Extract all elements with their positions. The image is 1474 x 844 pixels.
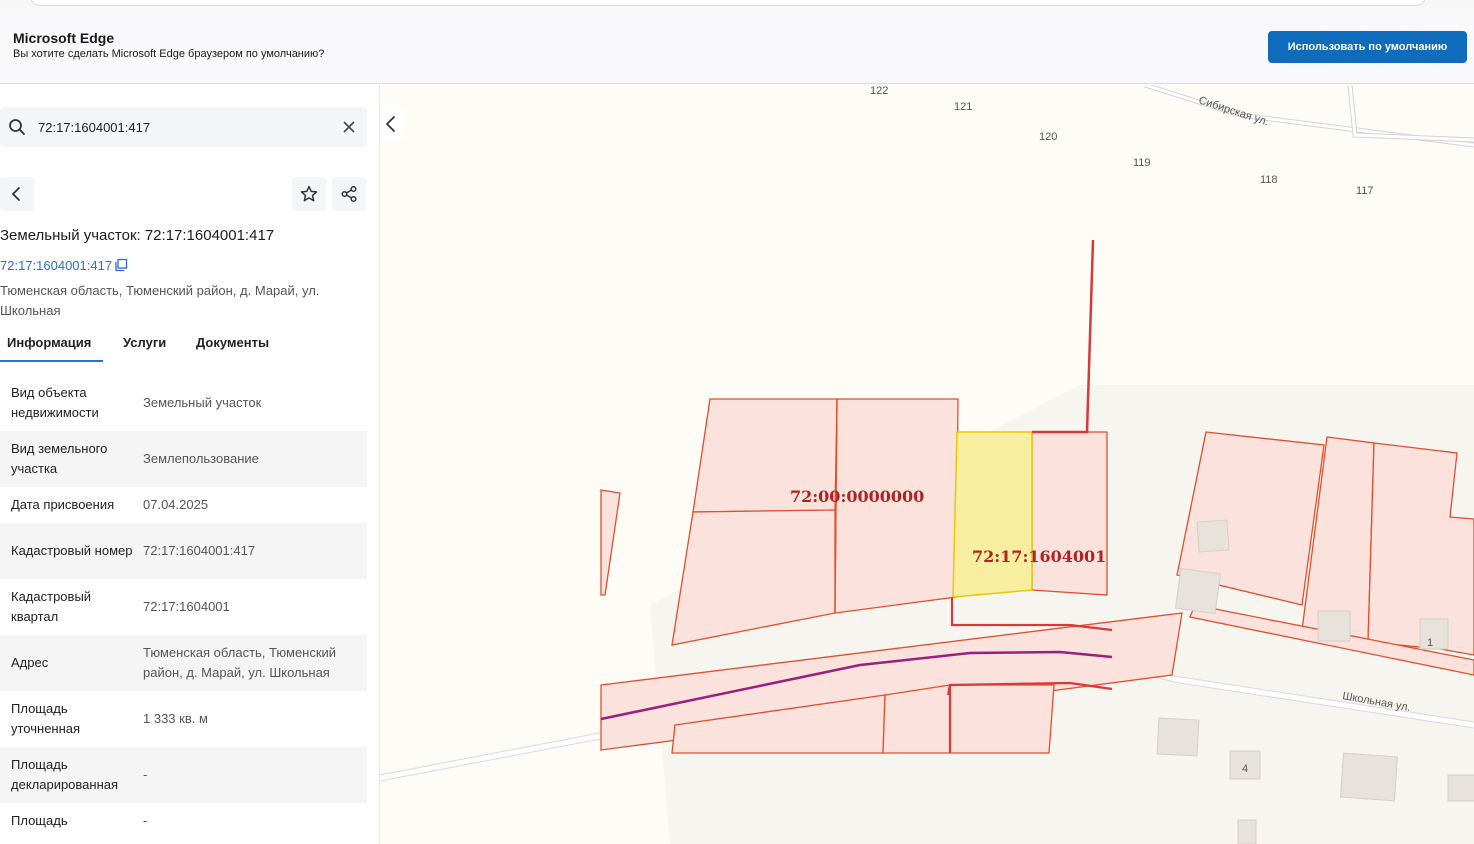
tab-documents[interactable]: Документы	[196, 335, 269, 350]
close-icon[interactable]	[342, 120, 356, 134]
row-value: Земельный участок	[143, 395, 262, 410]
house-number: 118	[1260, 174, 1278, 186]
cadastral-number-link[interactable]: 72:17:1604001:417	[0, 258, 112, 273]
tab-bar: Информация Услуги Документы	[0, 329, 367, 363]
row-value: Землепользование	[143, 451, 259, 466]
house-number: 117	[1356, 185, 1374, 197]
map-canvas: 122 121 120 119 118 117 1 4 Сибирская ул…	[380, 85, 1474, 844]
parcel	[834, 398, 959, 614]
row-label: Вид земельного участка	[11, 441, 108, 476]
row-value: -	[143, 813, 148, 828]
search-input[interactable]	[38, 118, 328, 136]
building	[1196, 519, 1230, 553]
chevron-left-icon	[12, 187, 20, 201]
copy-icon[interactable]	[114, 258, 128, 272]
house-number: 122	[870, 85, 888, 97]
collapse-panel-button[interactable]	[380, 107, 402, 141]
row-label: Кадастровый квартал	[11, 589, 92, 624]
building	[1317, 610, 1351, 642]
back-button[interactable]	[0, 177, 34, 211]
share-button[interactable]	[332, 177, 366, 211]
row-value: 72:17:1604001	[143, 599, 230, 614]
tab-information[interactable]: Информация	[7, 335, 91, 350]
browser-top-strip	[0, 0, 1474, 10]
row-value: Тюменская область, Тюменский район, д. М…	[143, 645, 337, 680]
table-row: Площадь декларированная -	[0, 747, 367, 803]
row-label: Дата присвоения	[11, 497, 115, 512]
active-tab-indicator	[0, 360, 103, 362]
object-address: Тюменская область, Тюменский район, д. М…	[0, 283, 320, 318]
object-title: Земельный участок: 72:17:1604001:417	[0, 227, 275, 244]
table-row: Кадастровый квартал 72:17:1604001	[0, 579, 367, 635]
building	[1156, 717, 1200, 757]
house-number: 120	[1039, 131, 1057, 143]
banner-subtitle: Вы хотите сделать Microsoft Edge браузер…	[13, 48, 325, 60]
map-view[interactable]: 122 121 120 119 118 117 1 4 Сибирская ул…	[380, 85, 1474, 844]
cadastral-quarter-label: 72:17:1604001	[972, 547, 1106, 566]
house-number: 119	[1133, 157, 1151, 169]
building	[1339, 752, 1399, 802]
table-row: Кадастровый номер 72:17:1604001:417	[0, 523, 367, 579]
sidebar-panel: Земельный участок: 72:17:1604001:417 72:…	[0, 85, 380, 844]
table-row: Площадь уточненная 1 333 кв. м	[0, 691, 367, 747]
table-row: Вид объекта недвижимости Земельный участ…	[0, 375, 367, 431]
table-row: Дата присвоения 07.04.2025	[0, 487, 367, 523]
info-table: Вид объекта недвижимости Земельный участ…	[0, 375, 367, 839]
row-label: Адрес	[11, 655, 49, 670]
share-icon	[341, 185, 357, 203]
chevron-left-icon	[386, 116, 395, 132]
building	[1447, 774, 1474, 802]
row-label: Площадь декларированная	[11, 757, 119, 792]
banner-title: Microsoft Edge	[13, 30, 115, 46]
row-value: 07.04.2025	[143, 497, 209, 512]
default-browser-banner: Microsoft Edge Вы хотите сделать Microso…	[0, 10, 1474, 84]
row-value: -	[143, 767, 148, 782]
row-label: Площадь	[11, 813, 68, 828]
parcel	[600, 489, 621, 596]
house-number: 121	[954, 101, 972, 113]
cadastral-zone-label: 72:00:0000000	[790, 487, 924, 506]
search-box	[0, 107, 367, 147]
star-icon	[300, 185, 318, 202]
table-row: Площадь -	[0, 803, 367, 839]
parcel	[882, 684, 951, 754]
favorite-button[interactable]	[292, 177, 326, 211]
table-row: Вид земельного участка Землепользование	[0, 431, 367, 487]
row-value: 1 333 кв. м	[143, 711, 208, 726]
row-label: Площадь уточненная	[11, 701, 81, 736]
address-bar[interactable]	[30, 0, 1426, 6]
search-icon	[9, 119, 25, 135]
row-value: 72:17:1604001:417	[143, 543, 256, 558]
building	[1174, 567, 1222, 615]
building	[1237, 819, 1257, 844]
table-row: Адрес Тюменская область, Тюменский район…	[0, 635, 367, 691]
house-number: 1	[1427, 637, 1433, 649]
row-label: Вид объекта недвижимости	[11, 385, 99, 420]
row-label: Кадастровый номер	[11, 543, 133, 558]
tab-services[interactable]: Услуги	[123, 335, 166, 350]
selected-parcel[interactable]	[952, 431, 1033, 598]
house-number: 4	[1242, 763, 1248, 775]
street-name: Сибирская ул.	[1197, 94, 1270, 128]
set-default-button[interactable]: Использовать по умолчанию	[1268, 31, 1467, 63]
parcel	[1031, 431, 1108, 596]
parcel	[949, 684, 1055, 754]
building	[1419, 618, 1449, 650]
